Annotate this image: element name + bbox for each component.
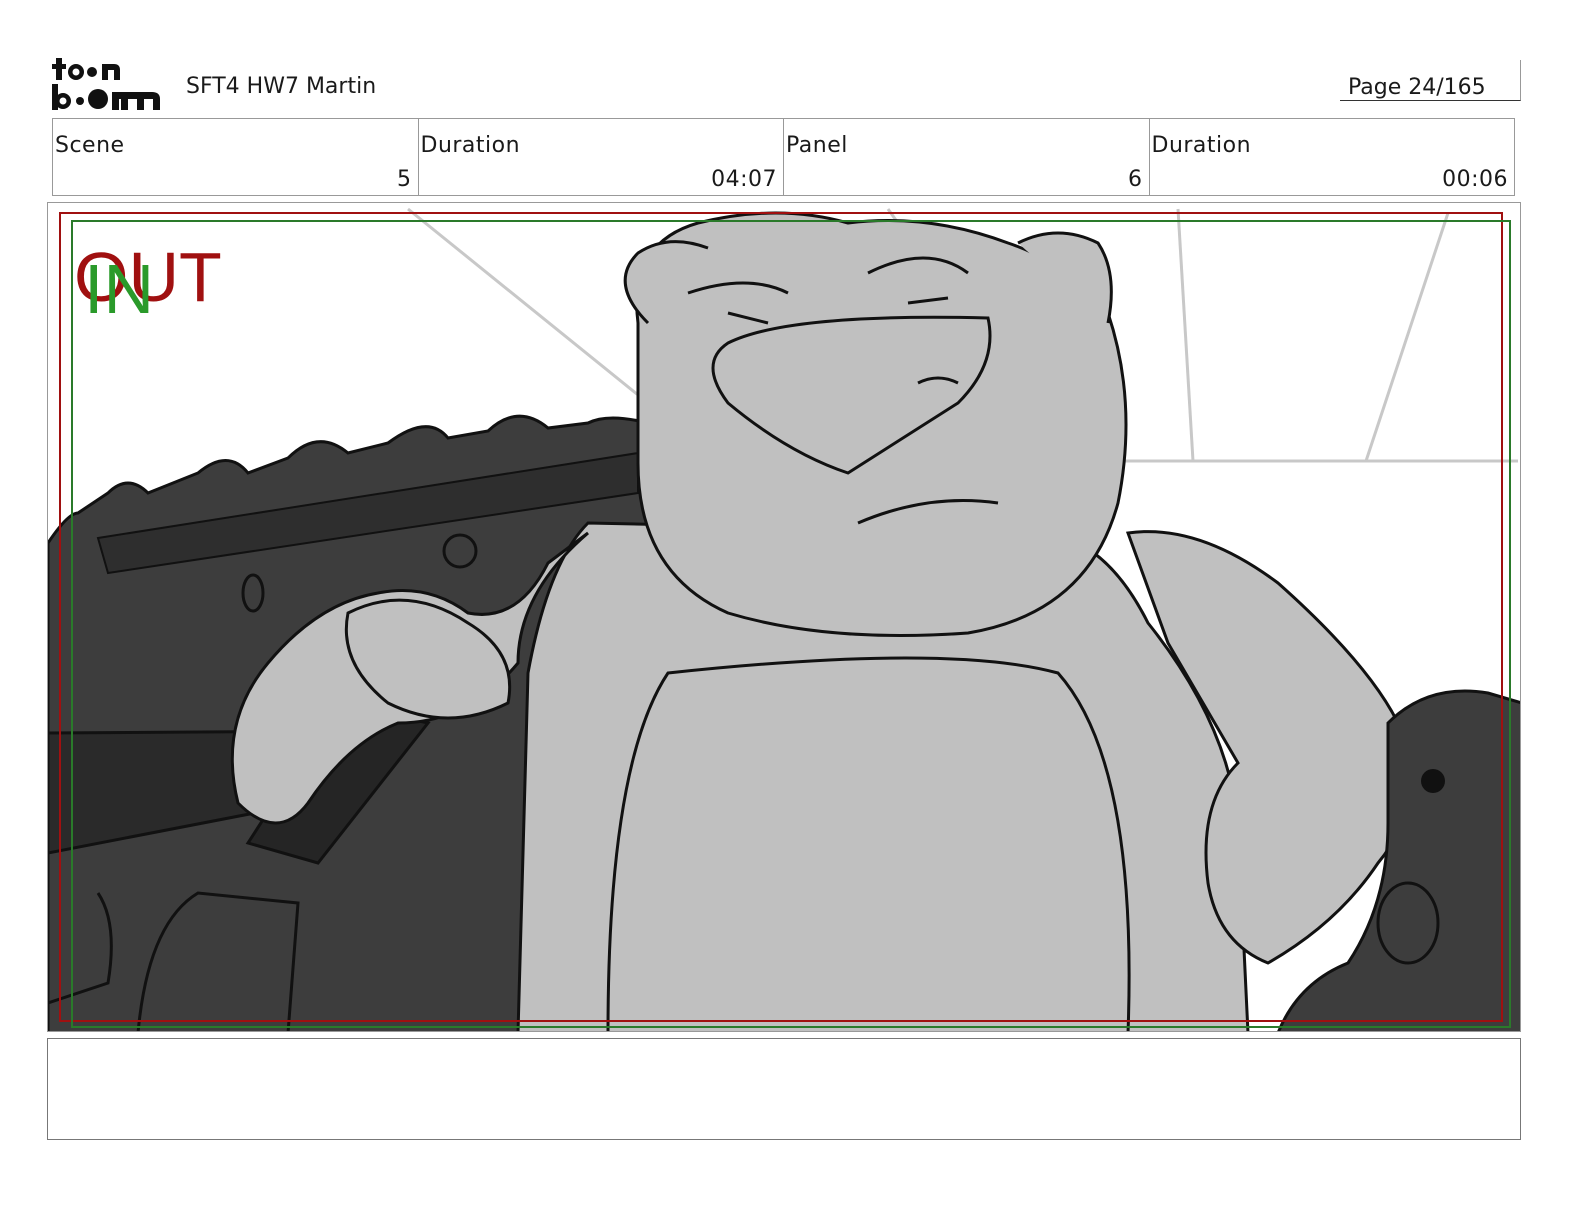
storyboard-panel: OUT IN <box>47 202 1521 1032</box>
page-number: Page 24/165 <box>1348 75 1486 100</box>
panel-duration-value: 00:06 <box>1442 167 1508 192</box>
scene-info-table: Scene 5 Duration 04:07 Panel 6 Duration … <box>52 118 1515 196</box>
scene-duration-cell: Duration 04:07 <box>417 119 784 195</box>
scene-value: 5 <box>397 167 412 192</box>
panel-cell: Panel 6 <box>783 119 1149 195</box>
panel-drawing: OUT IN <box>48 207 1520 1031</box>
in-label: IN <box>84 250 154 328</box>
panel-duration-cell: Duration 00:06 <box>1148 119 1515 195</box>
toon-boom-logo <box>52 58 160 110</box>
panel-value: 6 <box>1128 167 1143 192</box>
scene-duration-label: Duration <box>420 133 521 158</box>
scene-cell: Scene 5 <box>53 119 418 195</box>
project-title: SFT4 HW7 Martin <box>186 74 377 99</box>
scene-duration-value: 04:07 <box>711 167 777 192</box>
panel-notes-box[interactable] <box>47 1038 1521 1140</box>
panel-label: Panel <box>786 133 848 158</box>
scene-label: Scene <box>55 133 125 158</box>
panel-duration-label: Duration <box>1151 133 1252 158</box>
